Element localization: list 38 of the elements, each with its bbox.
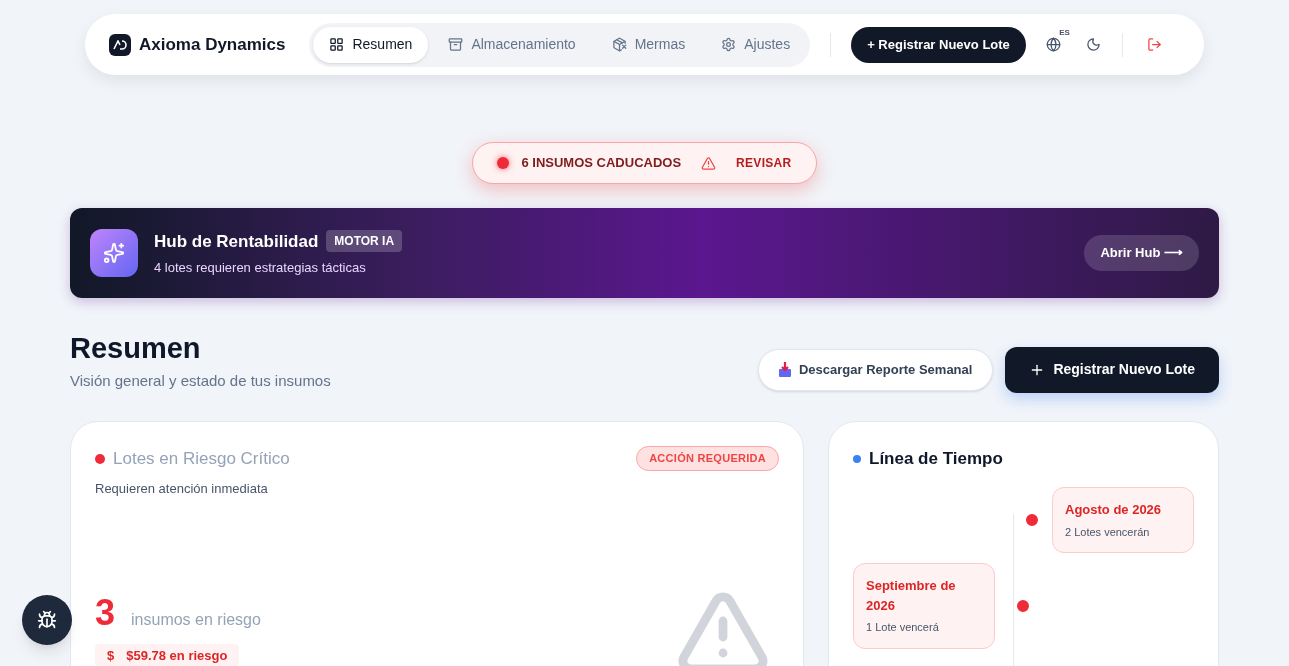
open-hub-button[interactable]: Abrir Hub ⟶	[1084, 235, 1199, 271]
brand-name: Axioma Dynamics	[139, 33, 286, 56]
register-batch-button[interactable]: Registrar Nuevo Lote	[1005, 346, 1219, 393]
money-at-risk-tag: $ $59.78 en riesgo	[95, 643, 240, 666]
risk-count: 3	[95, 594, 116, 631]
bug-report-button[interactable]	[22, 595, 72, 645]
globe-icon	[1046, 37, 1062, 52]
moon-icon	[1086, 37, 1102, 52]
archive-box-icon	[448, 37, 464, 52]
grid-icon	[329, 37, 345, 52]
logout-icon	[1147, 37, 1163, 52]
page-title: Resumen	[70, 331, 202, 366]
timeline-entry: Septiembre de 2026 1 Lote vencerá	[853, 563, 995, 649]
hub-title: Hub de Rentabilidad	[154, 230, 319, 253]
risk-count-label: insumos en riesgo	[131, 609, 261, 630]
bug-icon	[37, 610, 57, 630]
timeline-title: Línea de Tiempo	[869, 447, 1003, 470]
download-report-button[interactable]: Descargar Reporte Semanal	[758, 348, 994, 391]
nav-tab[interactable]: Ajustes	[705, 26, 807, 63]
review-link[interactable]: REVISAR	[736, 154, 792, 172]
nav-tab[interactable]: Resumen	[313, 26, 429, 63]
sparkles-icon	[90, 229, 138, 277]
card-subtitle: Requieren atención inmediata	[95, 480, 269, 499]
download-tray-icon	[779, 362, 791, 378]
package-icon	[611, 37, 627, 52]
timeline-entry: Agosto de 2026 2 Lotes vencerán	[1052, 487, 1194, 554]
hub-subtitle: 4 lotes requieren estrategias tácticas	[154, 259, 367, 277]
action-required-badge: ACCIÓN REQUERIDA	[636, 446, 779, 471]
logo-icon	[109, 33, 131, 56]
page-subtitle: Visión general y estado de tus insumos	[70, 371, 331, 392]
ai-badge: MOTOR IA	[326, 230, 403, 253]
warning-icon	[701, 155, 717, 171]
alert-text: 6 INSUMOS CADUCADOS	[521, 154, 682, 173]
gear-icon	[721, 37, 737, 52]
register-batch-button[interactable]: + Registrar Nuevo Lote	[851, 26, 1026, 63]
card-title: Lotes en Riesgo Crítico	[113, 447, 290, 470]
nav-tab[interactable]: Mermas	[595, 26, 702, 63]
nav-tab[interactable]: Almacenamiento	[432, 26, 592, 63]
